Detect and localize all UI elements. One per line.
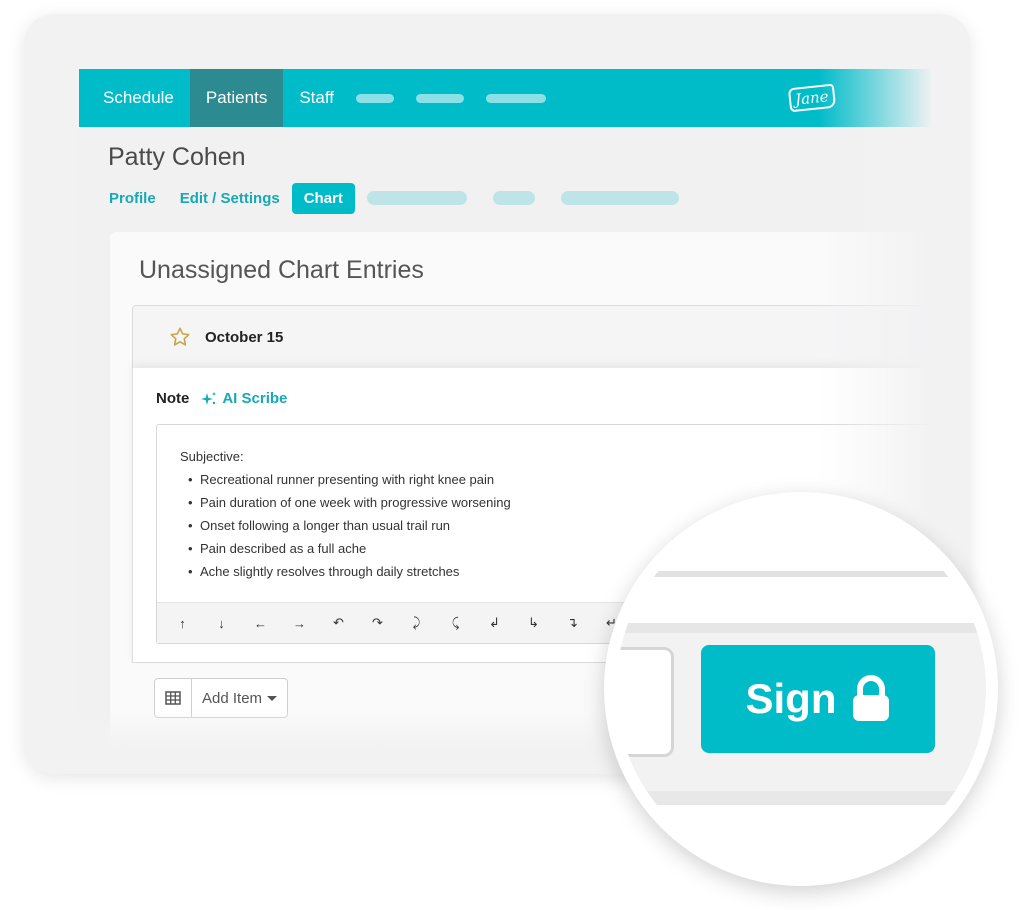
magnifier-content: Sign	[616, 504, 986, 874]
note-bullet: Onset following a longer than usual trai…	[188, 514, 511, 537]
subnav-placeholder-pill	[560, 191, 679, 205]
note-label: Note	[156, 390, 190, 407]
symbol-arrow-left[interactable]: ←	[241, 616, 280, 631]
ai-scribe-label: AI Scribe	[222, 390, 288, 407]
note-bullet-list: Recreational runner presenting with righ…	[180, 468, 511, 583]
symbol-curve-left[interactable]: ⤹	[436, 615, 475, 631]
nav-item-patients[interactable]: Patients	[189, 69, 284, 127]
jane-logo[interactable]: Jane	[788, 83, 836, 113]
section-title: Unassigned Chart Entries	[139, 256, 424, 284]
symbol-rotate-right[interactable]: ↷	[358, 615, 397, 631]
add-item-label: Add Item	[202, 689, 263, 707]
table-icon	[165, 691, 181, 705]
subnav-chart[interactable]: Chart	[291, 182, 355, 214]
symbol-arrow-right[interactable]: →	[280, 616, 319, 631]
chart-entry-header[interactable]: October 15	[132, 305, 939, 369]
lock-icon	[852, 675, 889, 721]
sign-label: Sign	[745, 675, 837, 722]
nav-item-schedule[interactable]: Schedule	[79, 69, 190, 127]
note-bullet: Pain duration of one week with progressi…	[188, 491, 511, 514]
sparkle-icon	[201, 391, 217, 405]
symbol-turn-down-left[interactable]: ↲	[475, 615, 514, 631]
star-icon[interactable]	[169, 326, 191, 348]
table-button[interactable]	[155, 679, 192, 717]
logo-text: Jane	[788, 83, 836, 113]
top-navigation: Schedule Patients Staff Jane	[79, 69, 939, 127]
patient-name: Patty Cohen	[108, 143, 246, 171]
symbol-curve-right[interactable]: ⤸	[397, 615, 436, 631]
note-bullet: Pain described as a full ache	[188, 537, 511, 560]
symbol-arrow-up[interactable]: ↑	[163, 616, 202, 631]
note-text: Subjective: Recreational runner presenti…	[180, 445, 511, 583]
note-row: Note AI Scribe	[156, 390, 287, 407]
subnav-edit-settings[interactable]: Edit / Settings	[180, 190, 280, 207]
subnav-profile[interactable]: Profile	[109, 190, 156, 207]
magnified-divider	[616, 791, 986, 805]
symbol-arrow-down[interactable]: ↓	[202, 616, 241, 631]
sign-button[interactable]: Sign	[701, 645, 935, 753]
subnav-placeholder-pill	[366, 191, 467, 205]
note-bullet: Recreational runner presenting with righ…	[188, 468, 511, 491]
caret-down-icon	[267, 695, 278, 701]
nav-placeholder-pill	[485, 93, 546, 103]
nav-item-staff[interactable]: Staff	[283, 69, 350, 127]
subnav-placeholder-pill	[492, 191, 535, 205]
note-heading: Subjective:	[180, 449, 244, 464]
symbol-turn-right-down[interactable]: ↴	[553, 615, 592, 631]
add-item-control: Add Item	[154, 678, 289, 718]
patient-subnav: Profile Edit / Settings Chart	[109, 182, 705, 214]
symbol-turn-down-right[interactable]: ↳	[514, 615, 553, 631]
magnified-divider	[616, 571, 986, 577]
nav-placeholder-pill	[415, 93, 464, 103]
magnified-field-edge	[616, 647, 674, 757]
symbol-rotate-left[interactable]: ↶	[319, 615, 358, 631]
note-bullet: Ache slightly resolves through daily str…	[188, 560, 511, 583]
entry-date: October 15	[205, 328, 284, 346]
nav-placeholder-pill	[355, 93, 394, 103]
add-item-dropdown[interactable]: Add Item	[192, 679, 287, 717]
ai-scribe-button[interactable]: AI Scribe	[201, 390, 287, 407]
magnifier-callout: Sign	[604, 492, 998, 886]
